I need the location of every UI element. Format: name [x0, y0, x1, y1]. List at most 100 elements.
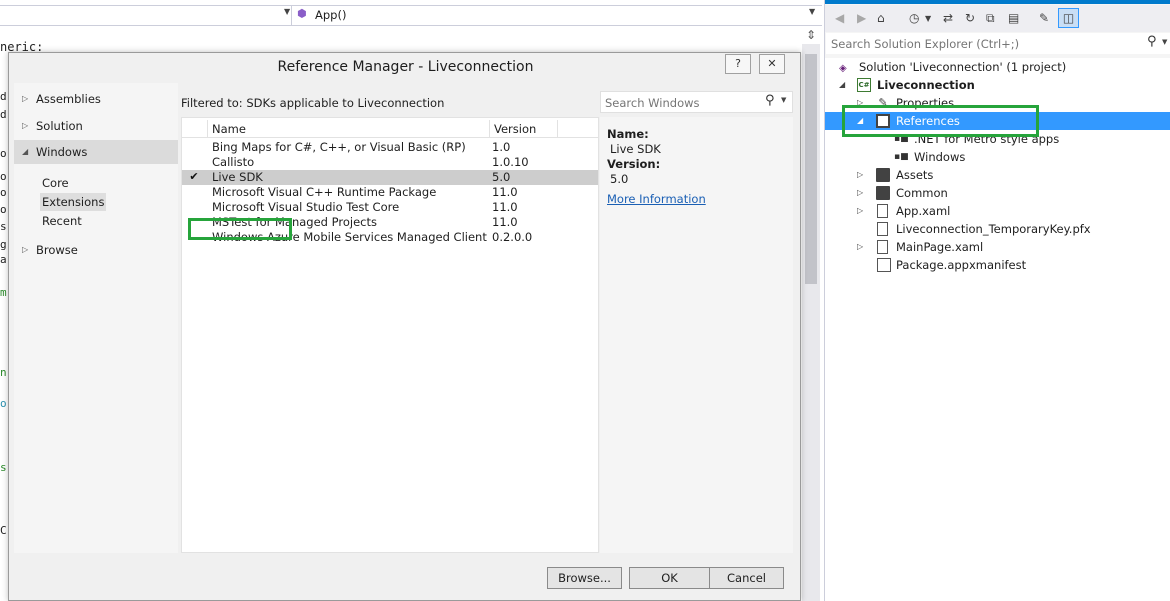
tree-node-assets[interactable]: ▷ Assets — [825, 166, 1170, 184]
member-dropdown-label[interactable]: App() — [315, 8, 346, 22]
list-item[interactable]: Callisto 1.0.10 — [182, 155, 598, 170]
reference-icon: ▪■ — [894, 152, 909, 162]
category-assemblies[interactable]: ▷ Assemblies — [14, 87, 178, 111]
home-icon[interactable]: ⌂ — [877, 11, 885, 25]
code-fragment: g — [0, 238, 7, 251]
show-all-files-icon[interactable]: ▤ — [1008, 11, 1019, 25]
chevron-down-icon[interactable]: ▼ — [925, 14, 931, 23]
pending-changes-icon[interactable]: ◷ — [909, 11, 919, 25]
category-label: Windows — [36, 145, 88, 159]
chevron-down-icon: ▼ — [284, 7, 291, 16]
sync-icon[interactable]: ⇄ — [943, 11, 953, 25]
more-information-link[interactable]: More Information — [607, 192, 706, 206]
editor-scrollbar[interactable] — [802, 44, 820, 601]
tree-node-mainpage-xaml[interactable]: ▷ MainPage.xaml — [825, 238, 1170, 256]
tree-node-label: App.xaml — [896, 204, 951, 218]
expand-arrow-icon[interactable]: ▷ — [857, 202, 863, 220]
code-fragment: d — [0, 90, 7, 103]
editor-navigation-bar: ▼ ⬢ App() ▼ — [0, 5, 822, 26]
item-version: 1.0.10 — [492, 155, 529, 169]
scrollbar-thumb[interactable] — [805, 54, 817, 284]
tree-node-app-xaml[interactable]: ▷ App.xaml — [825, 202, 1170, 220]
item-version: 5.0 — [492, 170, 511, 184]
help-button[interactable]: ? — [725, 54, 751, 74]
list-item-selected[interactable]: ✔ Live SDK 5.0 — [182, 170, 598, 185]
tree-node-project[interactable]: ◢ C# Liveconnection — [825, 76, 1170, 94]
list-item[interactable]: Bing Maps for C#, C++, or Visual Basic (… — [182, 140, 598, 155]
tree-node-label: Package.appxmanifest — [896, 258, 1027, 272]
certificate-file-icon — [877, 222, 888, 236]
tree-node-label: Solution 'Liveconnection' (1 project) — [859, 60, 1067, 74]
item-version: 0.2.0.0 — [492, 230, 533, 244]
expand-arrow-icon[interactable]: ▷ — [22, 87, 28, 111]
item-version: 11.0 — [492, 185, 518, 199]
browse-button[interactable]: Browse... — [547, 567, 622, 589]
refresh-icon[interactable]: ↻ — [965, 11, 975, 25]
code-fragment: a — [0, 253, 7, 266]
expand-arrow-icon[interactable]: ▷ — [22, 114, 28, 138]
properties-wrench-icon[interactable]: ✎ — [1039, 11, 1049, 25]
code-fragment: d — [0, 108, 7, 121]
xaml-file-icon — [877, 240, 888, 254]
column-header-version[interactable]: Version — [489, 120, 557, 138]
category-browse[interactable]: ▷ Browse — [14, 238, 178, 262]
solution-search-box[interactable]: ⚲ ▼ — [826, 33, 1170, 54]
category-windows[interactable]: ◢ Windows — [14, 140, 178, 164]
subcategory-extensions[interactable]: Extensions — [40, 193, 107, 211]
code-fragment: C — [0, 524, 7, 537]
forward-icon[interactable]: ▶ — [857, 11, 866, 25]
code-fragment: o — [0, 147, 7, 160]
preview-selected-icon[interactable]: ◫ — [1058, 8, 1079, 28]
search-windows-box[interactable]: ⚲ ▼ — [600, 91, 793, 113]
tree-node-common[interactable]: ▷ Common — [825, 184, 1170, 202]
collapse-all-icon[interactable]: ⧉ — [986, 11, 995, 26]
cancel-button[interactable]: Cancel — [709, 567, 784, 589]
column-header-empty — [557, 120, 598, 138]
item-name: Microsoft Visual C++ Runtime Package — [212, 185, 437, 199]
tree-node-solution[interactable]: ◈ Solution 'Liveconnection' (1 project) — [825, 58, 1170, 76]
expand-arrow-icon[interactable]: ▷ — [857, 184, 863, 202]
panel-title-strip — [825, 0, 1170, 4]
solution-icon: ◈ — [839, 63, 847, 74]
column-header-name[interactable]: Name — [207, 120, 489, 138]
csharp-project-icon: C# — [857, 78, 871, 92]
tree-node-label: MainPage.xaml — [896, 240, 984, 254]
expand-arrow-icon[interactable]: ▷ — [22, 238, 28, 262]
tree-node-reference-item[interactable]: ▪■ Windows — [825, 148, 1170, 166]
back-icon[interactable]: ◀ — [835, 11, 844, 25]
tree-node-manifest[interactable]: Package.appxmanifest — [825, 256, 1170, 274]
search-icon[interactable]: ⚲ — [1147, 34, 1157, 49]
code-fragment: o — [0, 203, 7, 216]
collapse-arrow-icon[interactable]: ◢ — [839, 76, 845, 94]
reference-manager-dialog: Reference Manager - Liveconnection ? ✕ ▷… — [8, 52, 801, 601]
expand-arrow-icon[interactable]: ▷ — [857, 238, 863, 256]
list-item[interactable]: Microsoft Visual Studio Test Core 11.0 — [182, 200, 598, 215]
code-fragment: m — [0, 286, 7, 299]
expand-arrow-icon[interactable]: ▷ — [857, 166, 863, 184]
split-window-icon[interactable]: ⇕ — [806, 28, 816, 42]
highlight-box — [842, 105, 1039, 137]
tree-node-pfx[interactable]: Liveconnection_TemporaryKey.pfx — [825, 220, 1170, 238]
subcategory-core[interactable]: Core — [40, 174, 71, 192]
solution-explorer-panel: ◀ ▶ ⌂ ◷ ▼ ⇄ ↻ ⧉ ▤ ✎ ◫ ⚲ ▼ ◈ Solution 'Li… — [824, 0, 1170, 601]
solution-search-input[interactable] — [831, 35, 1141, 52]
category-solution[interactable]: ▷ Solution — [14, 114, 178, 138]
close-button[interactable]: ✕ — [759, 54, 785, 74]
list-item[interactable]: Microsoft Visual C++ Runtime Package 11.… — [182, 185, 598, 200]
item-version: 11.0 — [492, 215, 518, 229]
details-panel: Name: Live SDK Version: 5.0 More Informa… — [600, 117, 793, 553]
chevron-down-icon[interactable]: ▼ — [809, 7, 815, 16]
type-dropdown[interactable]: ▼ — [0, 6, 292, 25]
code-fragment: s — [0, 220, 7, 233]
chevron-down-icon[interactable]: ▼ — [781, 96, 786, 104]
chevron-down-icon[interactable]: ▼ — [1162, 38, 1167, 46]
search-icon[interactable]: ⚲ — [765, 93, 775, 108]
checkmark-icon[interactable]: ✔ — [188, 171, 200, 183]
category-label: Browse — [36, 243, 78, 257]
ok-button[interactable]: OK — [629, 567, 710, 589]
collapse-arrow-icon[interactable]: ◢ — [22, 140, 28, 164]
item-name: Bing Maps for C#, C++, or Visual Basic (… — [212, 140, 466, 154]
category-label: Solution — [36, 119, 83, 133]
search-input[interactable] — [605, 94, 763, 111]
subcategory-recent[interactable]: Recent — [40, 212, 84, 230]
